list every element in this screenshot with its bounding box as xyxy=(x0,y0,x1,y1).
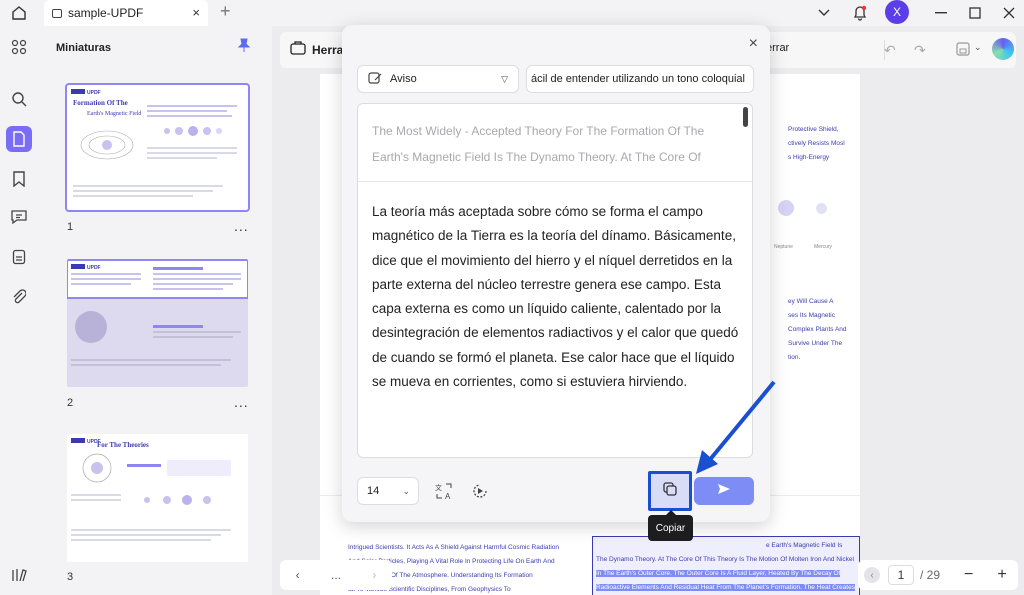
layers-icon[interactable] xyxy=(6,562,32,588)
bottom-navigation: ‹ ... › xyxy=(280,560,392,590)
toolbox-icon xyxy=(290,41,306,58)
thumbnail-page-3[interactable]: UPDF For The Theories xyxy=(67,434,248,562)
thumbnail-more-button[interactable]: ... xyxy=(234,394,249,410)
thumbnail-page-number: 2 xyxy=(67,397,74,409)
regenerate-icon[interactable] xyxy=(468,479,492,503)
document-icon xyxy=(52,8,62,18)
send-button[interactable] xyxy=(694,477,754,505)
bell-icon[interactable] xyxy=(850,0,870,26)
planet-mercury xyxy=(816,203,827,214)
chevron-down-icon[interactable]: ⌄ xyxy=(974,42,982,53)
doc-text: Complex Plants And xyxy=(788,326,847,333)
thumbnails-panel: Miniaturas UPDF Formation Of The Earth's… xyxy=(38,26,272,595)
tools-menu[interactable]: Herra xyxy=(290,41,343,58)
chevron-right-icon[interactable]: › xyxy=(372,568,376,582)
thumbnail-page-number: 3 xyxy=(67,571,74,583)
minimize-button[interactable] xyxy=(926,0,956,26)
translate-icon[interactable]: 文A xyxy=(432,479,456,503)
maximize-button[interactable] xyxy=(960,0,990,26)
svg-text:文: 文 xyxy=(435,483,442,492)
mode-label: Aviso xyxy=(390,73,417,85)
doc-text: Intrigued Scientists. It Acts As A Shiel… xyxy=(348,544,559,551)
redo-icon[interactable]: ↷ xyxy=(914,42,926,59)
doc-text: e Earth's Magnetic Field Is xyxy=(766,542,843,549)
chevron-down-icon: ▽ xyxy=(501,74,508,84)
prompt-input[interactable]: ácil de entender utilizando un tono colo… xyxy=(526,65,754,93)
current-page-input[interactable]: 1 xyxy=(888,565,914,585)
undo-icon[interactable]: ↶ xyxy=(884,42,896,59)
search-icon[interactable] xyxy=(6,86,32,112)
mode-dropdown[interactable]: Aviso ▽ xyxy=(357,65,519,93)
doc-text: In The Earth's Outer Core. The Outer Cor… xyxy=(596,570,841,577)
avatar[interactable]: X xyxy=(885,0,909,24)
doc-text: ctively Resists Mosl xyxy=(788,140,845,147)
prompt-edit-icon xyxy=(368,71,382,88)
annotation-arrow-line xyxy=(706,380,776,464)
ai-assistant-icon[interactable] xyxy=(992,38,1014,60)
zoom-in-button[interactable]: + xyxy=(997,566,1006,584)
thumbnail-page-2[interactable]: UPDF xyxy=(67,259,248,387)
original-text: The Most Widely - Accepted Theory For Th… xyxy=(372,124,705,164)
home-icon[interactable] xyxy=(8,2,30,24)
svg-text:Formation Of The: Formation Of The xyxy=(73,99,128,107)
svg-text:UPDF: UPDF xyxy=(87,90,101,96)
total-pages: / 29 xyxy=(920,568,941,582)
thumbnails-title: Miniaturas xyxy=(56,42,112,54)
thumbnail-page-number: 1 xyxy=(67,221,74,233)
svg-text:UPDF: UPDF xyxy=(87,265,101,271)
document-tab[interactable]: sample-UPDF × xyxy=(44,0,208,26)
copy-button[interactable] xyxy=(648,471,692,511)
page-controls: ‹ 1 / 29 − + xyxy=(858,560,1018,590)
tab-close-button[interactable]: × xyxy=(192,5,200,20)
close-dialog-button[interactable]: × xyxy=(749,35,758,53)
rewritten-text[interactable]: La teoría más aceptada sobre cómo se for… xyxy=(372,200,742,394)
paperclip-icon[interactable] xyxy=(6,284,32,310)
save-icon[interactable] xyxy=(956,42,970,61)
annotation-arrow xyxy=(696,380,776,474)
attachment-doc-icon[interactable] xyxy=(6,244,32,270)
doc-text: Neptune xyxy=(774,244,793,250)
doc-text: s High-Energy xyxy=(788,154,830,161)
chevron-left-icon[interactable]: ‹ xyxy=(296,568,300,582)
copy-tooltip: Copiar xyxy=(648,515,693,541)
tab-title: sample-UPDF xyxy=(68,6,144,20)
comment-icon[interactable] xyxy=(6,204,32,230)
more-pages-button[interactable]: ... xyxy=(331,568,341,582)
new-tab-button[interactable]: + xyxy=(220,1,231,22)
doc-text: The Dynamo Theory. At The Core Of This T… xyxy=(596,556,854,563)
font-size-dropdown[interactable]: 14 ⌄ xyxy=(357,477,419,505)
svg-text:Earth's Magnetic Field: Earth's Magnetic Field xyxy=(87,111,141,117)
thumbnail-page-1[interactable]: UPDF Formation Of The Earth's Magnetic F… xyxy=(65,83,250,212)
left-tool-rail xyxy=(0,26,38,595)
apps-grid-icon[interactable] xyxy=(6,34,32,60)
bookmark-icon[interactable] xyxy=(6,166,32,192)
doc-text: Mercury xyxy=(814,244,833,250)
doc-text: Survive Under The xyxy=(788,340,843,347)
svg-text:For The Theories: For The Theories xyxy=(97,441,149,449)
doc-text: Protective Shield, xyxy=(788,126,839,133)
thumbnail-more-button[interactable]: ... xyxy=(234,218,249,234)
divider xyxy=(358,181,752,182)
svg-text:A: A xyxy=(445,492,451,500)
planet-neptune xyxy=(778,200,794,216)
title-bar: sample-UPDF × + X xyxy=(0,0,1024,26)
copy-icon xyxy=(662,481,678,502)
chevron-down-icon: ⌄ xyxy=(402,486,410,496)
font-size-value: 14 xyxy=(367,485,380,497)
thumbnails-icon[interactable] xyxy=(6,126,32,152)
prompt-text: ácil de entender utilizando un tono colo… xyxy=(530,73,745,85)
previous-page-button[interactable]: ‹ xyxy=(864,567,880,583)
zoom-out-button[interactable]: − xyxy=(964,566,973,584)
scrollbar[interactable] xyxy=(743,107,748,127)
doc-text: ey Will Cause A xyxy=(788,298,834,305)
doc-text: tion. xyxy=(788,354,801,361)
doc-text: Radioactive Elements And Residual Heat F… xyxy=(596,584,855,591)
pin-icon[interactable] xyxy=(237,38,251,55)
chevron-down-icon[interactable] xyxy=(814,0,834,26)
close-window-button[interactable] xyxy=(994,0,1024,26)
tools-label: Herra xyxy=(312,42,344,57)
doc-text: ses Its Magnetic xyxy=(788,312,835,319)
send-icon xyxy=(717,482,731,500)
